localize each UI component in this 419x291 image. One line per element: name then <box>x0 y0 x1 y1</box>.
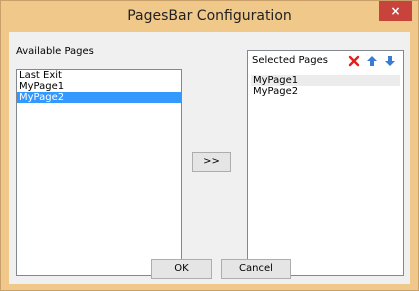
available-pages-label: Available Pages <box>16 46 94 57</box>
cancel-button[interactable]: Cancel <box>221 259 291 279</box>
list-item[interactable]: MyPage1 <box>251 75 400 86</box>
selected-pages-header: Selected Pages <box>248 51 403 71</box>
list-item[interactable]: MyPage2 <box>17 92 181 103</box>
list-item[interactable]: MyPage2 <box>251 86 400 97</box>
selected-pages-panel: Selected Pages MyPage1 MyPage2 <box>247 50 404 276</box>
window-title: PagesBar Configuration <box>127 8 292 24</box>
ok-button[interactable]: OK <box>151 259 212 279</box>
selected-pages-label: Selected Pages <box>252 55 328 66</box>
list-item[interactable]: MyPage1 <box>17 81 181 92</box>
move-up-icon[interactable] <box>366 55 378 67</box>
available-pages-list[interactable]: Last Exit MyPage1 MyPage2 <box>16 69 182 276</box>
move-down-icon[interactable] <box>384 55 396 67</box>
delete-icon[interactable] <box>348 55 360 67</box>
dialog-window: PagesBar Configuration × Available Pages… <box>0 0 419 291</box>
add-pages-button[interactable]: >> <box>192 152 231 172</box>
close-button[interactable]: × <box>379 1 412 21</box>
dialog-client-area: Available Pages Last Exit MyPage1 MyPage… <box>9 32 410 284</box>
selected-pages-list[interactable]: MyPage1 MyPage2 <box>251 75 400 97</box>
list-item[interactable]: Last Exit <box>17 70 181 81</box>
title-bar[interactable]: PagesBar Configuration × <box>1 1 418 31</box>
